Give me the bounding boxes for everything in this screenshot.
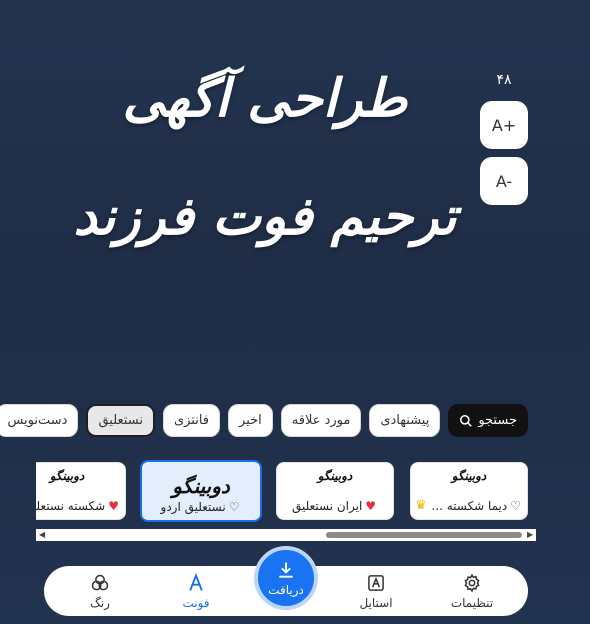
chip-handwritten[interactable]: دست‌نویس xyxy=(0,404,79,437)
heart-filled-icon[interactable]: ♥ xyxy=(108,500,119,512)
chip-nastaliq[interactable]: نستعلیق xyxy=(86,404,155,437)
font-name: نستعلیق اردو xyxy=(160,500,226,514)
search-icon xyxy=(460,414,473,427)
heart-outline-icon[interactable]: ♡ xyxy=(510,500,521,512)
font-card[interactable]: دوبینگو ♥ شکسته نستعلیق xyxy=(36,462,126,520)
nav-style-label: استایل xyxy=(359,595,393,610)
search-chip[interactable]: جستجو xyxy=(448,404,528,437)
download-icon xyxy=(279,562,293,578)
font-carousel: دوبینگو ♡ دیما شکسته ... ♛ دوبینگو ♥ ایر… xyxy=(36,460,536,522)
font-size-value: ۴۸ xyxy=(496,72,512,88)
gear-icon xyxy=(464,573,480,592)
nav-font-label: فونت xyxy=(182,595,210,610)
font-sample: دوبینگو xyxy=(49,469,85,483)
style-icon xyxy=(368,574,384,591)
chip-fantasy[interactable]: فانتزی xyxy=(162,404,221,437)
heart-filled-icon[interactable]: ♥ xyxy=(365,500,376,512)
decrease-size-button[interactable]: A- xyxy=(480,157,528,205)
font-name: شکسته نستعلیق xyxy=(36,499,106,513)
nav-color[interactable]: رنگ xyxy=(60,566,140,616)
carousel-scrollbar[interactable]: ◀ ▶ xyxy=(36,529,536,541)
crown-icon: ♛ xyxy=(415,498,427,513)
heart-outline-icon[interactable]: ♡ xyxy=(229,501,240,513)
font-card[interactable]: دوبینگو ♡ دیما شکسته ... ♛ xyxy=(410,462,528,520)
font-icon xyxy=(189,572,203,591)
headline-text: طراحی آگهی ترحیم فوت فرزند xyxy=(73,68,457,247)
color-circles-icon xyxy=(91,574,109,590)
search-chip-label: جستجو xyxy=(478,413,517,428)
scroll-right-icon[interactable]: ▶ xyxy=(527,531,535,539)
nav-style[interactable]: استایل xyxy=(336,566,416,616)
chip-suggested[interactable]: پیشنهادی xyxy=(369,404,441,437)
font-name: ایران نستعلیق xyxy=(291,499,363,513)
nav-font[interactable]: فونت xyxy=(156,566,236,616)
font-sample: دوبینگو xyxy=(451,469,487,483)
nav-settings[interactable]: تنظیمات xyxy=(432,566,512,616)
font-name: دیما شکسته ... xyxy=(431,498,508,513)
chip-recent[interactable]: اخیر xyxy=(228,404,273,437)
font-card[interactable]: دوبینگو ♥ ایران نستعلیق xyxy=(276,462,394,520)
download-button[interactable]: دریافت xyxy=(254,546,318,610)
scroll-thumb[interactable] xyxy=(326,532,522,538)
nav-settings-label: تنظیمات xyxy=(450,595,494,610)
font-sample: دوبینگو xyxy=(317,469,353,483)
increase-size-button[interactable]: A+ xyxy=(480,101,528,149)
font-card-selected[interactable]: دوبینگو ♡ نستعلیق اردو xyxy=(140,460,262,522)
scroll-left-icon[interactable]: ◀ xyxy=(39,531,47,539)
font-sample: دوبینگو xyxy=(172,474,230,498)
download-label: دریافت xyxy=(268,582,304,597)
category-chips: جستجو پیشنهادی مورد علاقه اخیر فانتزی نس… xyxy=(0,404,528,438)
nav-color-label: رنگ xyxy=(90,595,110,610)
chip-favorites[interactable]: مورد علاقه xyxy=(280,404,362,437)
